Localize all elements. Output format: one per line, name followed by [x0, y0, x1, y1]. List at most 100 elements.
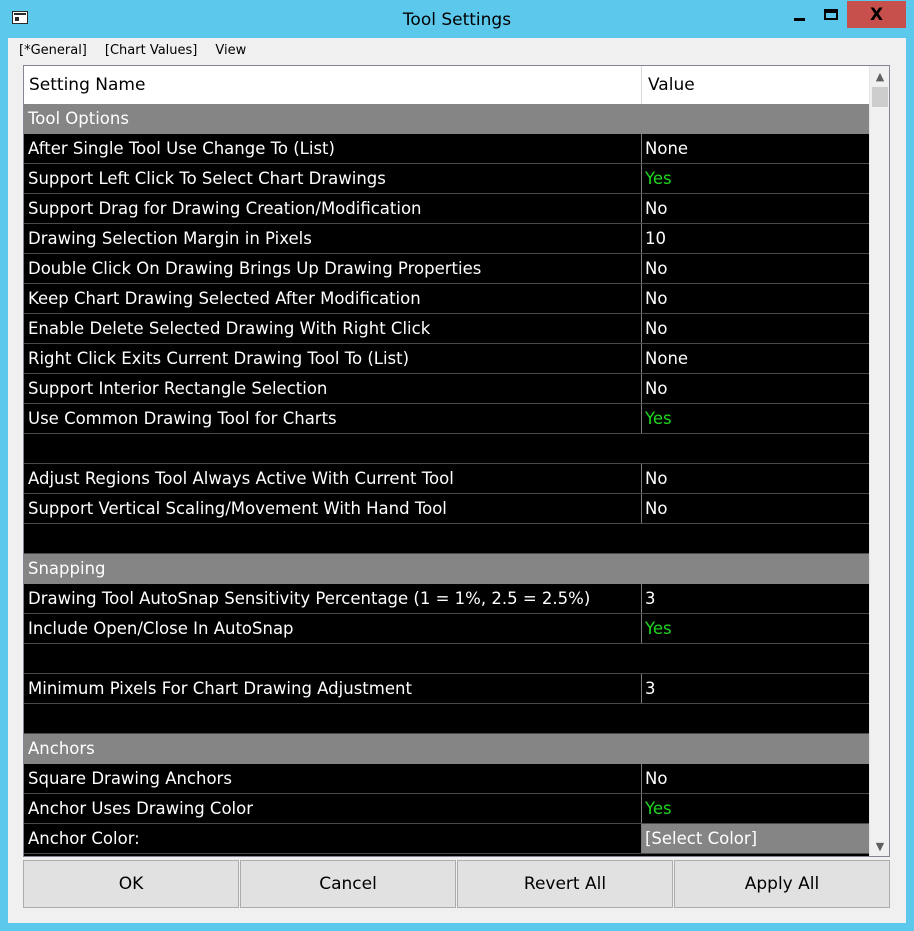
setting-row[interactable]: Drawing Selection Margin in Pixels 10 [24, 224, 869, 254]
setting-value[interactable]: None [642, 134, 869, 163]
setting-row[interactable]: Include Open/Close In AutoSnap Yes [24, 614, 869, 644]
setting-name [24, 644, 642, 673]
window-title: Tool Settings [402, 10, 512, 30]
setting-name: Enable Delete Selected Drawing With Righ… [24, 314, 642, 343]
setting-name: Use Common Drawing Tool for Charts [24, 404, 642, 433]
maximize-icon [824, 9, 838, 20]
setting-name [24, 434, 642, 463]
setting-row[interactable]: Double Click On Drawing Brings Up Drawin… [24, 254, 869, 284]
grid-header: Setting Name Value [24, 66, 869, 104]
setting-name: Anchor Color: [24, 824, 642, 853]
setting-name: Drawing Selection Margin in Pixels [24, 224, 642, 253]
title-bar[interactable]: Tool Settings X [0, 0, 914, 38]
setting-row[interactable]: Keep Chart Drawing Selected After Modifi… [24, 284, 869, 314]
setting-row[interactable]: After Single Tool Use Change To (List) No… [24, 134, 869, 164]
close-button[interactable]: X [847, 1, 906, 28]
setting-row[interactable]: Adjust Regions Tool Always Active With C… [24, 464, 869, 494]
select-color-button[interactable]: [Select Color] [642, 824, 869, 853]
setting-name [24, 704, 642, 733]
chevron-down-icon[interactable]: ▼ [870, 836, 889, 856]
setting-name: Support Interior Rectangle Selection [24, 374, 642, 403]
minimize-button[interactable] [783, 1, 816, 28]
close-icon: X [869, 4, 884, 25]
setting-name: Square Drawing Anchors [24, 764, 642, 793]
section-title: Anchors [28, 739, 95, 758]
cancel-button[interactable]: Cancel [240, 860, 456, 908]
section-header-row: Anchors [24, 734, 869, 764]
setting-name [24, 524, 642, 553]
setting-value [642, 704, 869, 733]
setting-row[interactable]: Minimum Pixels For Chart Drawing Adjustm… [24, 674, 869, 704]
section-header-row: Tool Options [24, 104, 869, 134]
setting-row[interactable]: Square Drawing Anchors No [24, 764, 869, 794]
minimize-icon [794, 18, 805, 21]
setting-value [642, 434, 869, 463]
setting-value[interactable]: No [642, 314, 869, 343]
header-setting-name[interactable]: Setting Name [24, 66, 642, 104]
grid-rows: Tool Options After Single Tool Use Change… [24, 104, 869, 854]
setting-row[interactable]: Support Drag for Drawing Creation/Modifi… [24, 194, 869, 224]
menu-view[interactable]: View [215, 43, 246, 58]
blank-row [24, 434, 869, 464]
setting-row[interactable]: Anchor Uses Drawing Color Yes [24, 794, 869, 824]
setting-row[interactable]: Enable Delete Selected Drawing With Righ… [24, 314, 869, 344]
button-bar: OK Cancel Revert All Apply All [23, 860, 890, 908]
setting-value [642, 524, 869, 553]
setting-name: Support Drag for Drawing Creation/Modifi… [24, 194, 642, 223]
chevron-up-icon[interactable]: ▲ [870, 66, 889, 86]
setting-value[interactable]: 10 [642, 224, 869, 253]
setting-name: Include Open/Close In AutoSnap [24, 614, 642, 643]
setting-row[interactable]: Anchor Color: [Select Color] [24, 824, 869, 854]
setting-value[interactable]: 3 [642, 584, 869, 613]
section-title: Snapping [28, 559, 106, 578]
setting-name: Double Click On Drawing Brings Up Drawin… [24, 254, 642, 283]
setting-name: Support Left Click To Select Chart Drawi… [24, 164, 642, 193]
setting-row[interactable]: Support Vertical Scaling/Movement With H… [24, 494, 869, 524]
setting-name: Support Vertical Scaling/Movement With H… [24, 494, 642, 523]
setting-row[interactable]: Support Left Click To Select Chart Drawi… [24, 164, 869, 194]
setting-row[interactable]: Right Click Exits Current Drawing Tool T… [24, 344, 869, 374]
setting-value [642, 644, 869, 673]
setting-value[interactable]: No [642, 494, 869, 523]
setting-name: After Single Tool Use Change To (List) [24, 134, 642, 163]
blank-row [24, 704, 869, 734]
setting-row[interactable]: Drawing Tool AutoSnap Sensitivity Percen… [24, 584, 869, 614]
setting-name: Keep Chart Drawing Selected After Modifi… [24, 284, 642, 313]
setting-value[interactable]: Yes [642, 794, 869, 823]
setting-row[interactable]: Support Interior Rectangle Selection No [24, 374, 869, 404]
apply-all-button[interactable]: Apply All [674, 860, 890, 908]
header-value[interactable]: Value [642, 66, 869, 104]
setting-name: Right Click Exits Current Drawing Tool T… [24, 344, 642, 373]
blank-row [24, 644, 869, 674]
menu-general[interactable]: [*General] [19, 43, 87, 58]
setting-value[interactable]: No [642, 194, 869, 223]
tool-settings-window: Tool Settings X [*General] [Chart Values… [0, 0, 914, 931]
revert-all-button[interactable]: Revert All [457, 860, 673, 908]
section-title: Tool Options [28, 109, 129, 128]
setting-value[interactable]: No [642, 254, 869, 283]
ok-button[interactable]: OK [23, 860, 239, 908]
scroll-thumb[interactable] [872, 87, 888, 107]
setting-row[interactable]: Use Common Drawing Tool for Charts Yes [24, 404, 869, 434]
setting-value[interactable]: 3 [642, 674, 869, 703]
setting-value[interactable]: No [642, 764, 869, 793]
blank-row [24, 524, 869, 554]
dialog-client: [*General] [Chart Values] View Setting N… [8, 38, 906, 923]
setting-name: Anchor Uses Drawing Color [24, 794, 642, 823]
setting-value[interactable]: No [642, 374, 869, 403]
setting-name: Adjust Regions Tool Always Active With C… [24, 464, 642, 493]
setting-value[interactable]: Yes [642, 164, 869, 193]
maximize-button[interactable] [816, 1, 846, 28]
setting-value[interactable]: None [642, 344, 869, 373]
menu-chart-values[interactable]: [Chart Values] [105, 43, 197, 58]
section-header-row: Snapping [24, 554, 869, 584]
setting-value[interactable]: No [642, 284, 869, 313]
setting-value[interactable]: Yes [642, 614, 869, 643]
setting-value[interactable]: No [642, 464, 869, 493]
menu-bar: [*General] [Chart Values] View [8, 38, 906, 63]
setting-name: Minimum Pixels For Chart Drawing Adjustm… [24, 674, 642, 703]
setting-value[interactable]: Yes [642, 404, 869, 433]
vertical-scrollbar[interactable]: ▲ ▼ [869, 66, 889, 856]
settings-grid[interactable]: Setting Name Value Tool Options After Sin… [23, 65, 890, 857]
setting-name: Drawing Tool AutoSnap Sensitivity Percen… [24, 584, 642, 613]
